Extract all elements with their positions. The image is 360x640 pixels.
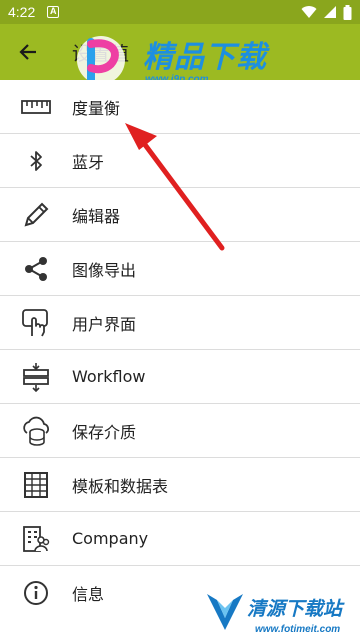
- settings-item-templates[interactable]: 模板和数据表: [0, 458, 360, 512]
- share-icon: [0, 242, 72, 296]
- watermark-url: www.fotimeit.com: [255, 624, 341, 635]
- app-bar: 设置值: [0, 24, 360, 80]
- company-icon: [0, 512, 72, 566]
- arrow-left-icon: [19, 44, 36, 60]
- info-icon: [0, 566, 72, 620]
- settings-item-label: Workflow: [72, 367, 146, 386]
- cloud-storage-icon: [0, 404, 72, 458]
- settings-item-label: 编辑器: [72, 206, 121, 226]
- notification-icon: A: [47, 6, 60, 18]
- status-icons: [301, 4, 352, 20]
- settings-item-storage[interactable]: 保存介质: [0, 404, 360, 458]
- settings-item-label: Company: [72, 529, 149, 548]
- settings-item-label: 信息: [72, 585, 105, 604]
- touch-icon: [0, 296, 72, 350]
- settings-item-company[interactable]: Company: [0, 512, 360, 566]
- settings-item-user-interface[interactable]: 用户界面: [0, 296, 360, 350]
- settings-item-label: 用户界面: [72, 314, 137, 334]
- settings-item-label: 保存介质: [72, 422, 137, 442]
- settings-item-image-export[interactable]: 图像导出: [0, 242, 360, 296]
- settings-item-measurement[interactable]: 度量衡: [0, 80, 360, 134]
- pencil-icon: [0, 188, 72, 242]
- bluetooth-icon: [0, 134, 72, 188]
- ruler-icon: [0, 80, 72, 134]
- settings-item-label: 度量衡: [72, 98, 121, 118]
- settings-item-bluetooth[interactable]: 蓝牙: [0, 134, 360, 188]
- settings-list: 度量衡 蓝牙 编辑器 图像导出 用户界面 Workflow 保存介质 模板和数据…: [0, 80, 360, 620]
- settings-item-editor[interactable]: 编辑器: [0, 188, 360, 242]
- battery-icon: [343, 4, 352, 20]
- workflow-icon: [0, 350, 72, 404]
- page-title: 设置值: [72, 42, 130, 65]
- settings-item-label: 图像导出: [72, 260, 137, 280]
- settings-item-label: 蓝牙: [72, 152, 105, 172]
- settings-item-label: 模板和数据表: [72, 476, 169, 496]
- wifi-icon: [301, 6, 317, 19]
- status-time: 4:22: [8, 4, 36, 20]
- back-button[interactable]: [0, 24, 56, 80]
- settings-item-workflow[interactable]: Workflow: [0, 350, 360, 404]
- table-icon: [0, 458, 72, 512]
- signal-icon: [324, 6, 336, 18]
- status-bar: 4:22 A: [0, 0, 360, 24]
- settings-item-info[interactable]: 信息: [0, 566, 360, 620]
